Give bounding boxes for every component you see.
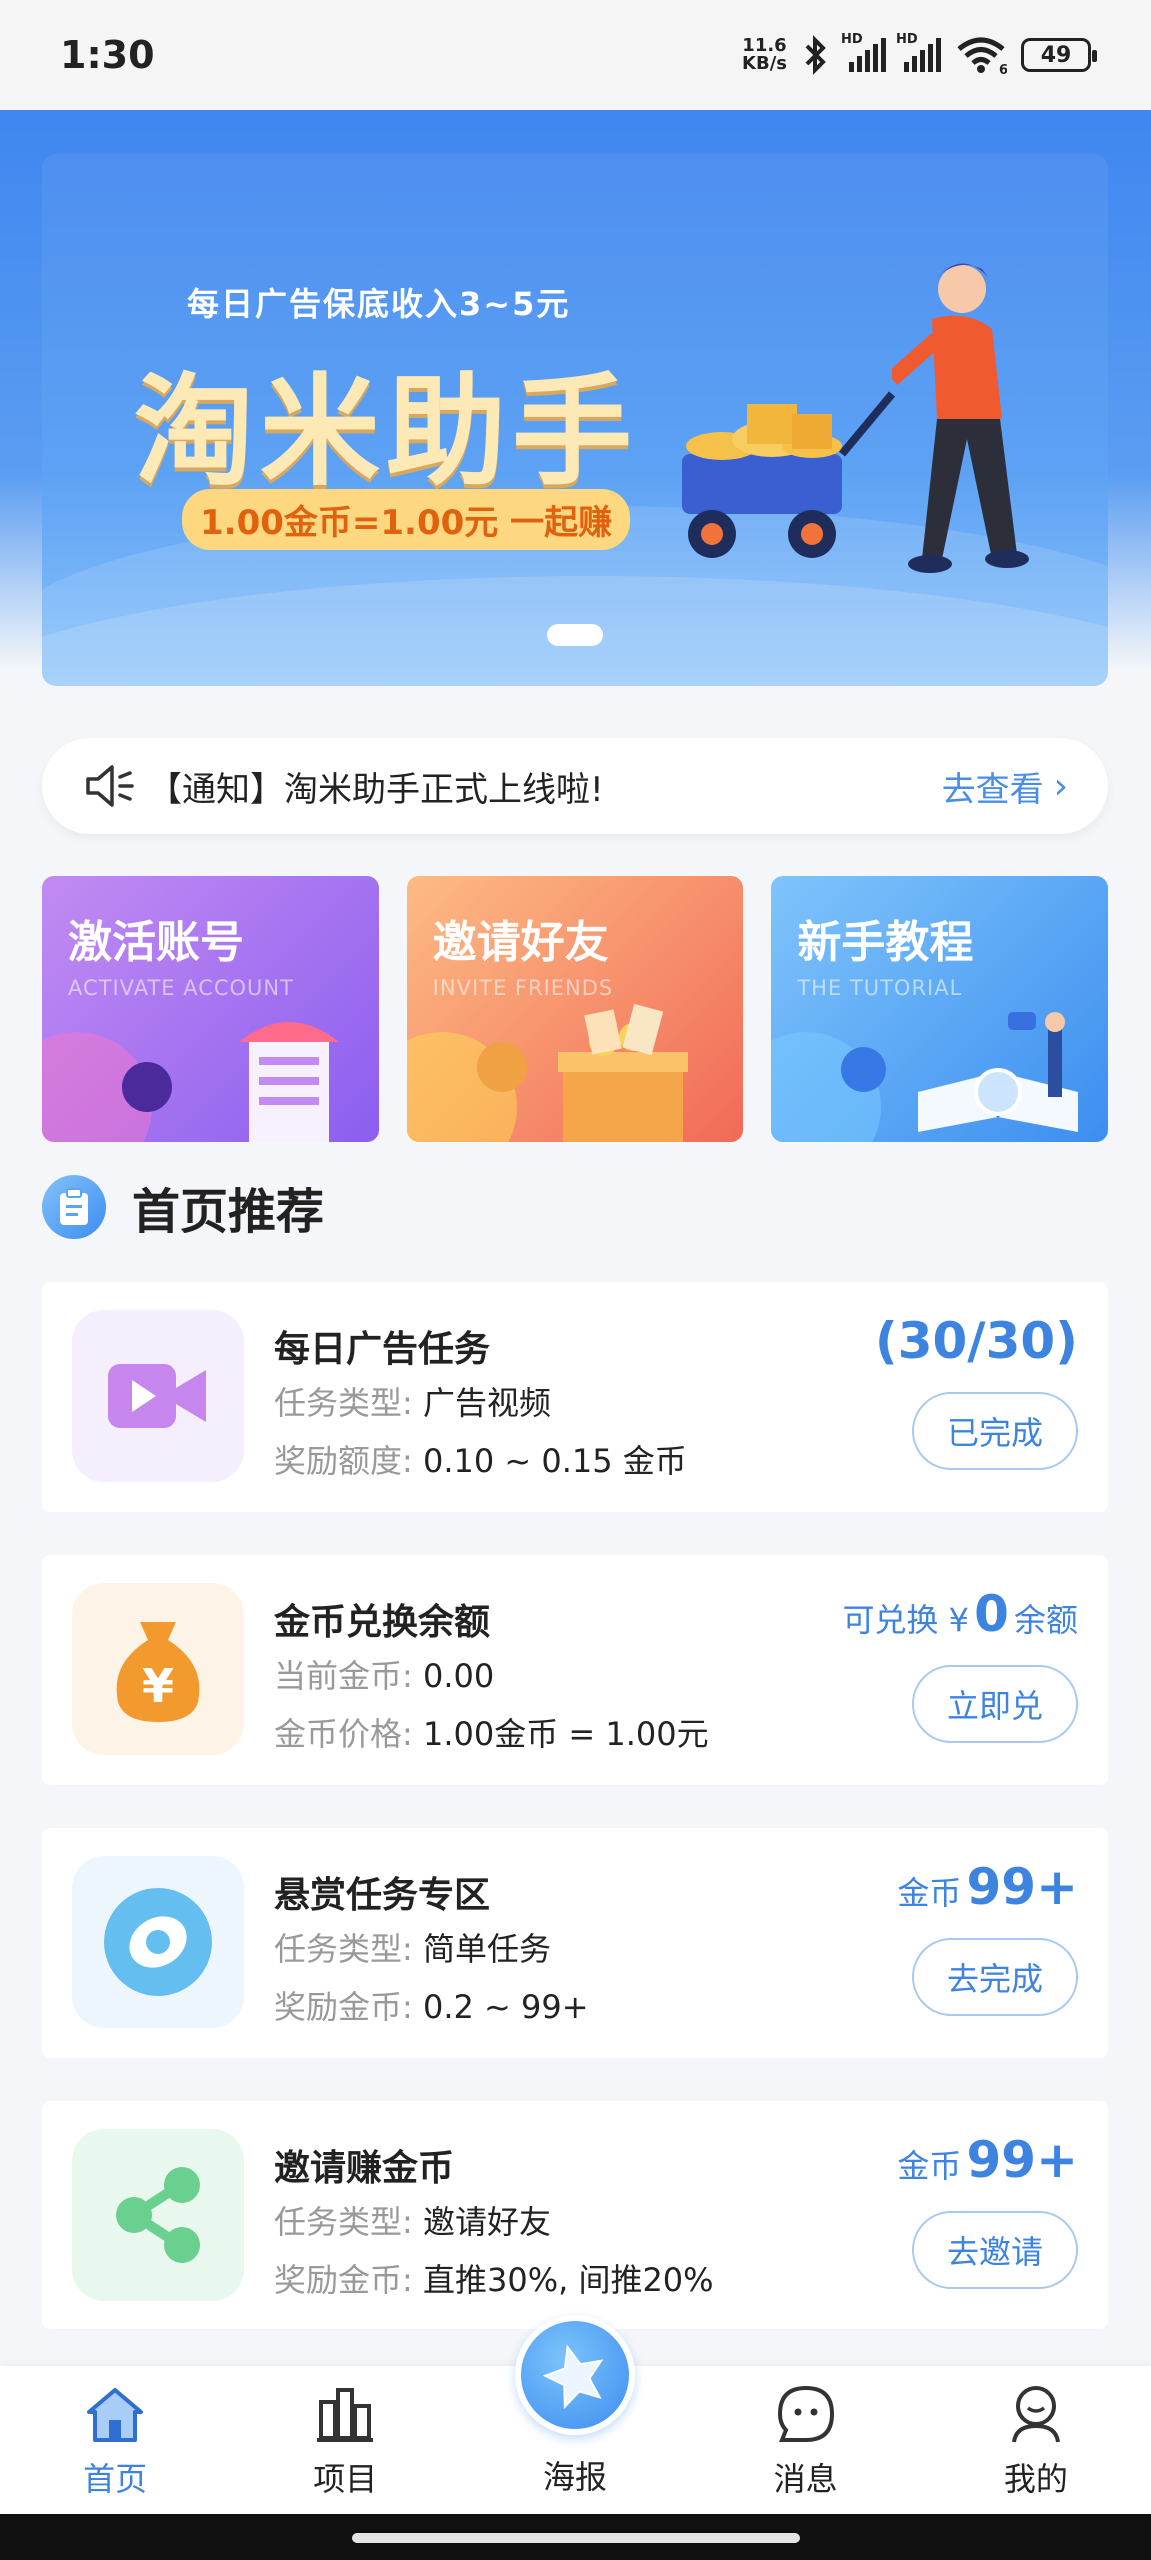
chevron-right-icon: ›	[1053, 765, 1068, 807]
home-indicator[interactable]	[352, 2533, 800, 2543]
nav-projects[interactable]: 项目	[265, 2382, 425, 2500]
svg-text:¥: ¥	[142, 1659, 174, 1713]
profile-icon	[1011, 2386, 1060, 2443]
task-card-coin-exchange[interactable]: ¥ 金币兑换余额 当前金币: 0.00 金币价格: 1.00金币 = 1.00元…	[42, 1555, 1108, 1785]
money-bag-icon: ¥	[72, 1583, 244, 1755]
nav-poster-label: 海报	[542, 2458, 607, 2496]
reward-coins: 99+	[966, 1858, 1078, 1916]
feature-tutorial[interactable]: 新手教程 THE TUTORIAL	[771, 876, 1109, 1142]
task-card-invite[interactable]: 邀请赚金币 任务类型: 邀请好友 奖励金币: 直推30%, 间推20% 金币 9…	[42, 2101, 1108, 2329]
clipboard-icon	[42, 1175, 106, 1239]
wifi-icon: 6	[957, 37, 1007, 75]
gift-box-illustration	[558, 1003, 689, 1142]
project-icon	[317, 2388, 374, 2442]
video-icon	[72, 1310, 244, 1482]
poster-star-icon	[542, 2344, 604, 2410]
reward-coins: 99+	[966, 2131, 1078, 2189]
book-illustration	[918, 1012, 1079, 1132]
battery-indicator: 49	[1021, 38, 1097, 72]
task-title: 金币兑换余额	[274, 1602, 491, 1643]
go-complete-button[interactable]: 去完成	[912, 1938, 1078, 2016]
task-progress: (30/30)	[874, 1312, 1078, 1370]
notice-view-link[interactable]: 去查看 ›	[942, 762, 1068, 811]
share-icon	[72, 2129, 244, 2301]
task-title: 邀请赚金币	[274, 2148, 455, 2189]
banner-subtitle: 每日广告保底收入3~5元	[187, 285, 571, 323]
task-card-reward-zone[interactable]: 悬赏任务专区 任务类型: 简单任务 奖励金币: 0.2 ~ 99+ 金币 99+…	[42, 1828, 1108, 2058]
status-bar: 1:30 11.6 KB/s HD HD 6 49	[0, 0, 1151, 110]
go-invite-button[interactable]: 去邀请	[912, 2211, 1078, 2289]
shop-illustration	[238, 1022, 339, 1142]
nav-home[interactable]: 首页	[35, 2382, 195, 2500]
home-icon	[87, 2388, 144, 2442]
cellular-signal-icon: HD	[841, 32, 886, 72]
notice-text: 【通知】淘米助手正式上线啦!	[148, 769, 604, 810]
nav-poster-button[interactable]	[515, 2315, 635, 2435]
section-header: 首页推荐	[42, 1172, 324, 1242]
task-title: 每日广告任务	[274, 1329, 491, 1370]
cart-illustration	[682, 391, 896, 558]
cellular-signal-icon-2: HD	[896, 32, 941, 72]
task-card-daily-ad[interactable]: 每日广告任务 任务类型: 广告视频 奖励额度: 0.10 ~ 0.15 金币 (…	[42, 1282, 1108, 1512]
exchangeable-amount: 0	[974, 1585, 1009, 1643]
feature-cards: 激活账号 ACTIVATE ACCOUNT 邀请好友 INVITE FRIEND…	[42, 876, 1109, 1142]
carousel-indicator[interactable]	[547, 624, 603, 646]
status-icons: 11.6 KB/s HD HD 6 49	[742, 32, 1097, 75]
net-speed: 11.6 KB/s	[742, 35, 787, 74]
message-icon	[777, 2385, 834, 2442]
exchange-now-button[interactable]: 立即兑	[912, 1665, 1078, 1743]
nav-messages[interactable]: 消息	[726, 2382, 886, 2500]
status-time: 1:30	[60, 33, 155, 77]
nav-profile[interactable]: 我的	[956, 2382, 1116, 2500]
speaker-icon	[86, 765, 134, 807]
person-illustration	[892, 263, 1029, 573]
feature-activate-account[interactable]: 激活账号 ACTIVATE ACCOUNT	[42, 876, 379, 1142]
banner-title: 淘米助手	[134, 363, 638, 502]
section-title: 首页推荐	[132, 1184, 325, 1240]
task-title: 悬赏任务专区	[274, 1875, 491, 1916]
eye-icon	[72, 1856, 244, 2028]
completed-button[interactable]: 已完成	[912, 1392, 1078, 1470]
feature-invite-friends[interactable]: 邀请好友 INVITE FRIENDS	[406, 876, 744, 1142]
svg-text:6: 6	[999, 63, 1007, 75]
banner-rate-pill: 1.00金币=1.00元 一起赚	[182, 489, 631, 550]
bluetooth-icon	[805, 35, 826, 75]
notice-bar[interactable]: 【通知】淘米助手正式上线啦! 去查看 ›	[42, 738, 1108, 834]
promo-banner[interactable]: 每日广告保底收入3~5元 淘米助手 1.00金币=1.00元 一起赚	[42, 154, 1108, 686]
